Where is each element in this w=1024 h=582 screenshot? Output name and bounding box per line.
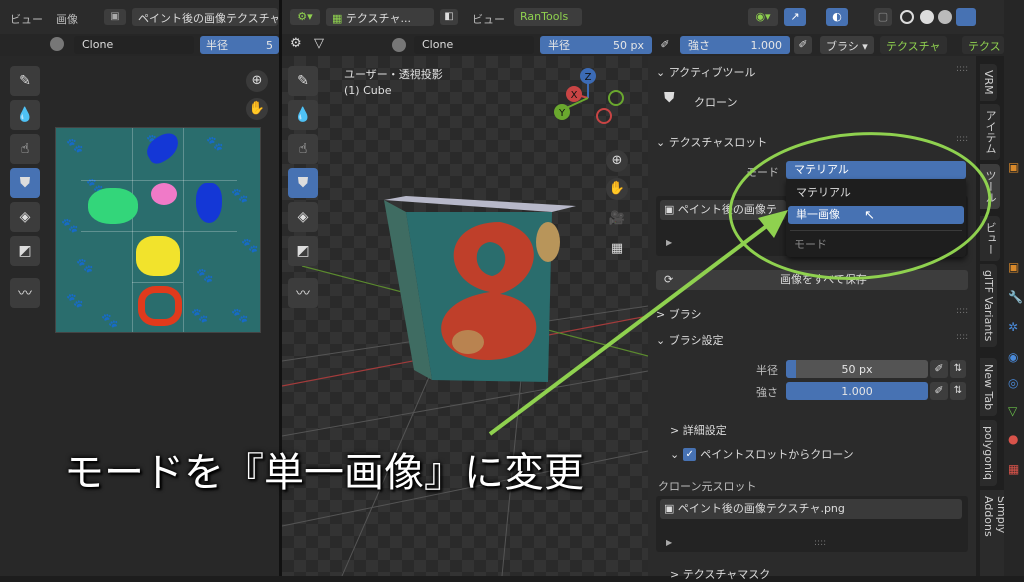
caption-text: モードを『単一画像』に変更 [64,450,584,496]
annotation-arrow-line [488,220,774,436]
annotation-arrow-head [758,210,788,238]
highlight-ellipse [728,132,992,280]
